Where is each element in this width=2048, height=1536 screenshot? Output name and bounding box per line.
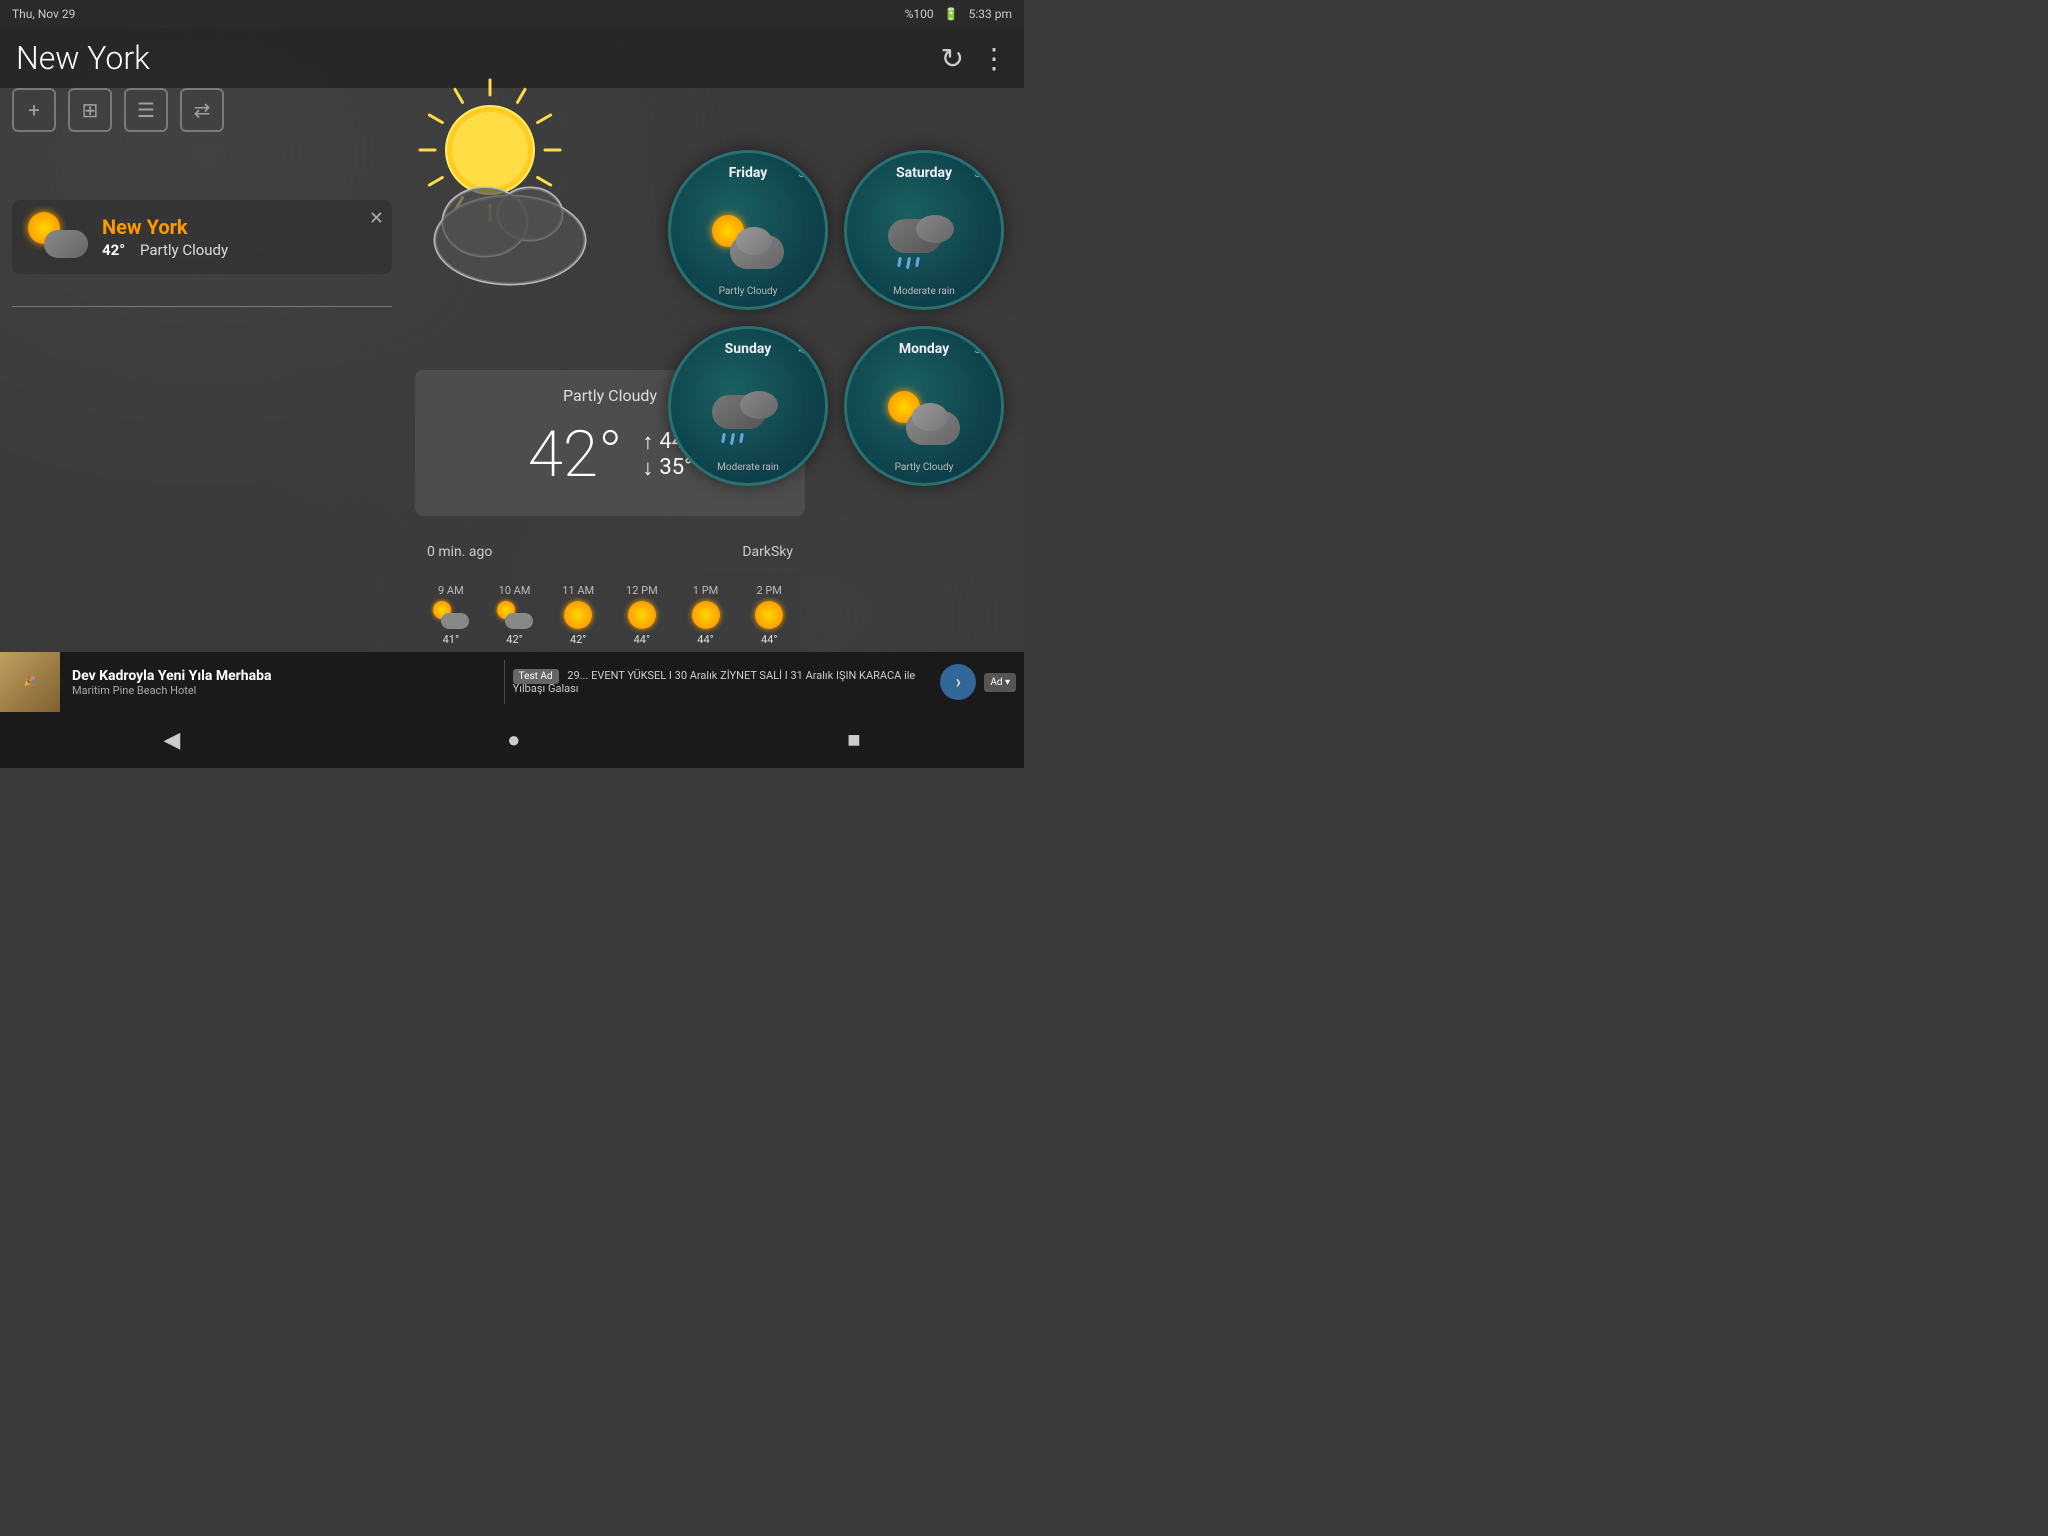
hour-icon [560,601,596,629]
ad-label[interactable]: Ad ▾ [984,673,1016,692]
add-location-button[interactable]: + [12,88,56,132]
navigation-bar: ◀ ● ■ [0,712,1024,768]
ad-content-left[interactable]: Dev Kadroyla Yeni Yıla Merhaba Maritim P… [60,664,504,701]
ad-subtitle: Maritim Pine Beach Hotel [72,684,492,697]
list-button[interactable]: ☰ [124,88,168,132]
up-arrow-icon: ↑ [642,429,653,455]
battery-indicator: %100 [905,7,934,21]
forecast-high: 57° [681,343,697,356]
close-location-button[interactable]: ✕ [369,208,384,229]
swap-button[interactable]: ⇄ [180,88,224,132]
down-arrow-icon: ↓ [642,455,653,481]
hour-label: 12 PM [626,584,658,597]
main-weather-icon [370,60,630,300]
forecast-icon [712,215,784,269]
status-bar: Thu, Nov 29 %100 🔋 5:33 pm [0,0,1024,28]
forecast-circles: 41° 32° Friday Partly Cloudy 46° 33° Saturday… [668,150,1004,486]
forecast-day: Monday [899,341,949,357]
hour-item: 11 AM 42° [550,584,606,646]
hour-temp: 42° [570,633,586,646]
refresh-button[interactable]: ↻ [941,42,964,75]
ad-title: Dev Kadroyla Yeni Yıla Merhaba [72,668,492,684]
update-time: 0 min. ago [427,544,492,560]
hour-icon [497,601,533,629]
location-temp: 42° [102,241,125,259]
hour-label: 2 PM [756,584,781,597]
hour-label: 1 PM [693,584,718,597]
forecast-high: 55° [857,343,873,356]
hour-item: 9 AM 41° [423,584,479,646]
forecast-circle-friday: 41° 32° Friday Partly Cloudy [668,150,828,310]
forecast-day: Saturday [896,165,952,181]
hour-temp: 44° [634,633,650,646]
forecast-circle-saturday: 46° 33° Saturday Moderate rain [844,150,1004,310]
hour-temp: 44° [697,633,713,646]
hour-temp: 41° [443,633,459,646]
back-button[interactable]: ◀ [163,727,180,753]
location-city-name: New York [102,215,228,239]
forecast-icon [888,391,960,445]
forecast-condition: Partly Cloudy [847,462,1001,473]
divider-line [12,306,392,307]
hour-item: 2 PM 44° [741,584,797,646]
forecast-icon [888,215,960,269]
status-date: Thu, Nov 29 [12,7,75,21]
hour-icon [688,601,724,629]
update-bar: 0 min. ago DarkSky [415,536,805,568]
forecast-low: 48° [799,343,815,356]
cloud-small-icon [44,230,88,258]
toolbar: + ⊞ ☰ ⇄ [12,88,224,132]
hourly-row: 9 AM41°10 AM42°11 AM42°12 PM44°1 PM44°2 … [423,584,797,646]
forecast-condition: Moderate rain [671,462,825,473]
forecast-low: 39° [975,343,991,356]
hour-item: 10 AM 42° [487,584,543,646]
hour-item: 1 PM 44° [678,584,734,646]
hour-item: 12 PM 44° [614,584,670,646]
hour-icon [751,601,787,629]
sun-icon [370,60,630,290]
header-actions: ↻ ⋮ [941,42,1008,75]
ad-right-text: 29... EVENT YÜKSEL I 30 Aralık ZİYNET SA… [513,669,916,695]
forecast-day: Sunday [725,341,772,357]
status-time: 5:33 pm [969,7,1012,21]
hour-label: 11 AM [562,584,594,597]
forecast-condition: Partly Cloudy [671,286,825,297]
forecast-icon [712,391,784,445]
ad-content-right[interactable]: Test Ad 29... EVENT YÜKSEL I 30 Aralık Z… [505,665,941,699]
location-temp-desc: 42° Partly Cloudy [102,241,228,259]
menu-button[interactable]: ⋮ [980,42,1008,75]
forecast-condition: Moderate rain [847,286,1001,297]
forecast-high: 46° [857,167,873,180]
ad-next-button[interactable]: › [940,664,976,700]
hour-icon [433,601,469,629]
forecast-day: Friday [729,165,768,181]
battery-icon: 🔋 [944,7,959,21]
data-source: DarkSky [742,544,793,560]
forecast-high: 41° [681,167,697,180]
hour-temp: 44° [761,633,777,646]
forecast-circle-sunday: 57° 48° Sunday Moderate rain [668,326,828,486]
home-button[interactable]: ● [507,727,520,753]
hour-icon [624,601,660,629]
forecast-low: 32° [799,167,815,180]
forecast-circle-monday: 55° 39° Monday Partly Cloudy [844,326,1004,486]
ad-image: 🎉 [0,652,60,712]
ad-image-placeholder: 🎉 [24,677,35,687]
location-weather-icon [28,212,88,262]
location-condition: Partly Cloudy [140,241,228,259]
grid-button[interactable]: ⊞ [68,88,112,132]
forecast-low: 33° [975,167,991,180]
location-card: New York 42° Partly Cloudy ✕ [12,200,392,274]
hour-temp: 42° [506,633,522,646]
hour-label: 9 AM [438,584,464,597]
main-temperature: 42° [528,417,623,492]
ad-bar: 🎉 Dev Kadroyla Yeni Yıla Merhaba Maritim… [0,652,1024,712]
hour-label: 10 AM [499,584,531,597]
recent-apps-button[interactable]: ■ [847,727,860,753]
location-info: New York 42° Partly Cloudy [102,215,228,259]
city-title: New York [16,39,150,77]
